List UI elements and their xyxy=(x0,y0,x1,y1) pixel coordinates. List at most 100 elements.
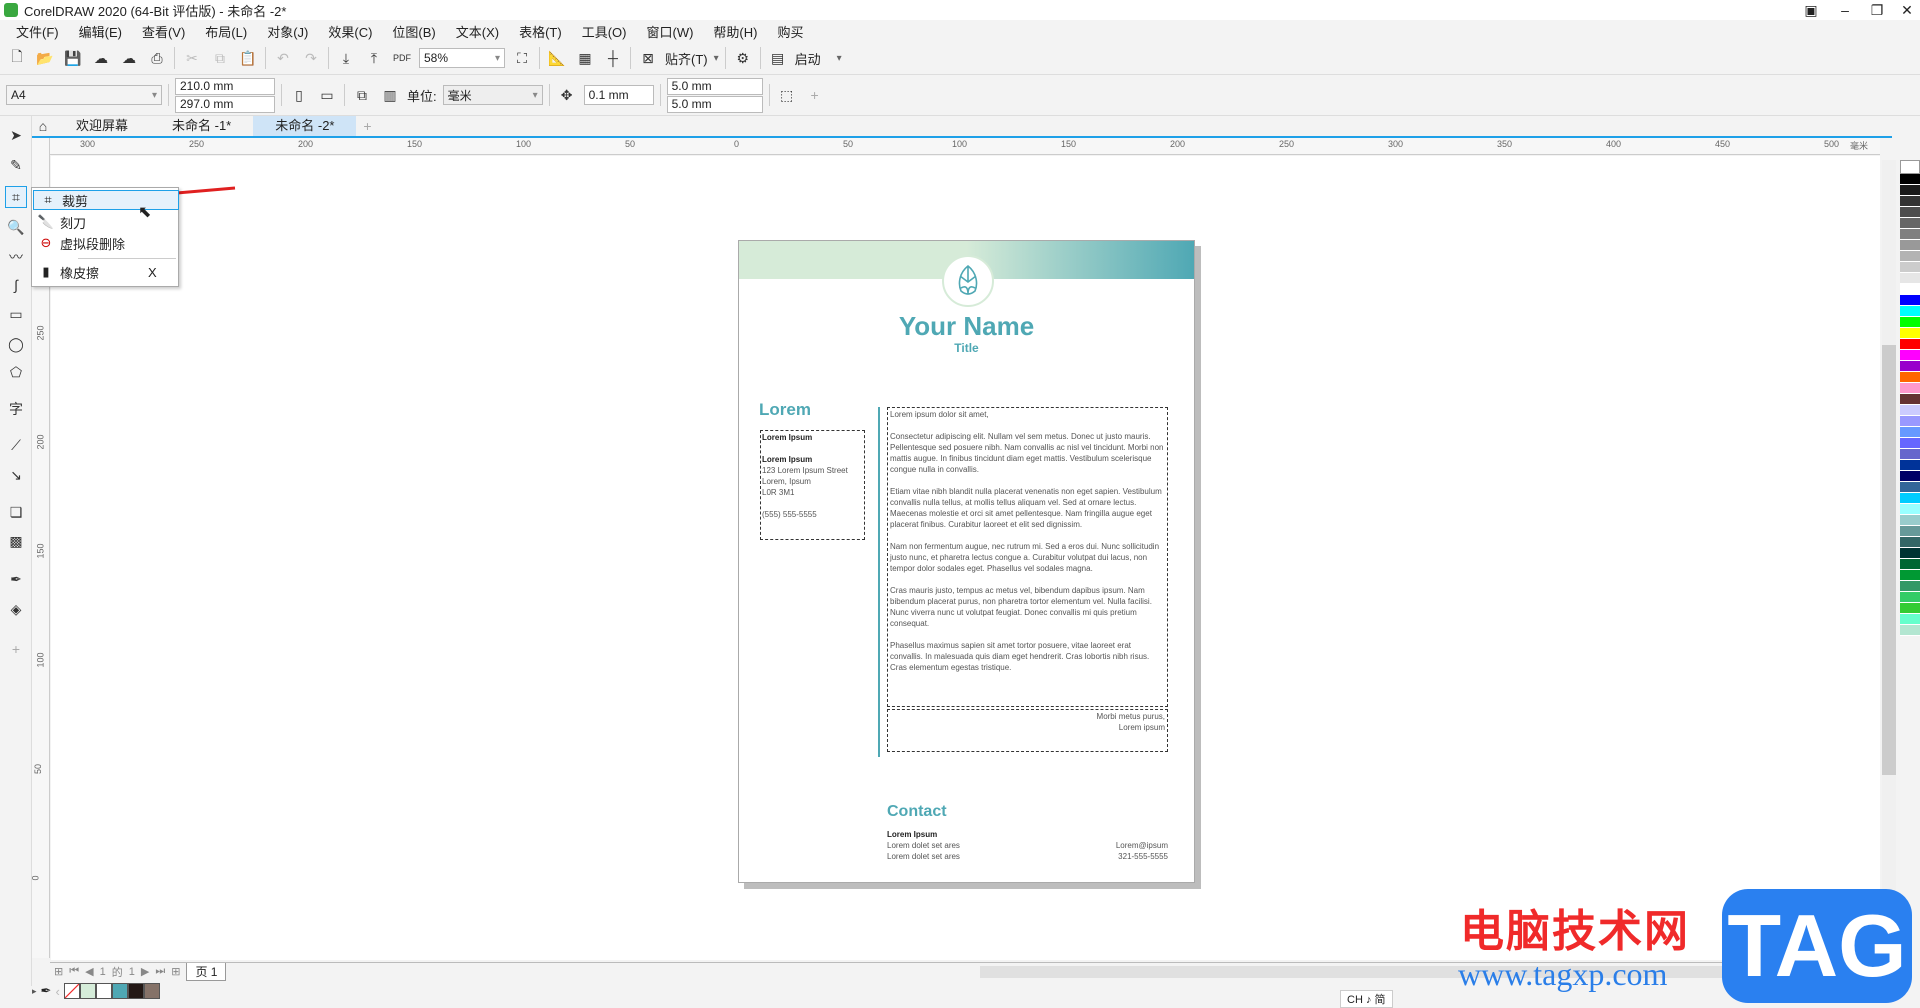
home-icon[interactable]: ⌂ xyxy=(32,115,54,137)
maximize-button[interactable]: ❐ xyxy=(1862,0,1892,20)
menu-item[interactable]: 效果(C) xyxy=(318,22,382,41)
color-swatch[interactable] xyxy=(1900,471,1920,482)
color-swatch[interactable] xyxy=(1900,460,1920,471)
print-icon[interactable]: ⎙ xyxy=(146,47,168,69)
last-page-icon[interactable]: ⏭ xyxy=(155,965,165,978)
crop-tool-icon[interactable]: ⌗ xyxy=(5,186,27,208)
signature-textbox[interactable]: Morbi metus purus, Lorem ipsum xyxy=(887,709,1168,752)
cloud-download-icon[interactable]: ☁ xyxy=(90,47,112,69)
duplicate-x-input[interactable]: 5.0 mm xyxy=(666,77,763,95)
restore-icon[interactable]: ▣ xyxy=(1796,0,1826,20)
page-tab-1[interactable]: 页 1 xyxy=(186,962,227,981)
color-swatch[interactable] xyxy=(1900,482,1920,493)
menu-item[interactable]: 对象(J) xyxy=(257,22,318,41)
color-swatch[interactable] xyxy=(1900,570,1920,581)
export-icon[interactable]: ⤒ xyxy=(363,47,385,69)
open-icon[interactable]: 📂 xyxy=(34,47,56,69)
color-swatch[interactable] xyxy=(1900,504,1920,515)
color-swatch[interactable] xyxy=(1900,185,1920,196)
cut-icon[interactable]: ✂ xyxy=(181,47,203,69)
color-swatch[interactable] xyxy=(1900,603,1920,614)
color-swatch[interactable] xyxy=(1900,240,1920,251)
address-textbox[interactable]: Lorem Ipsum Lorem Ipsum 123 Lorem Ipsum St… xyxy=(760,430,865,540)
color-swatch[interactable] xyxy=(1900,493,1920,504)
tab-untitled-2[interactable]: 未命名 -2* xyxy=(253,116,357,136)
pdf-icon[interactable]: PDF xyxy=(391,47,413,69)
save-icon[interactable]: 💾 xyxy=(62,47,84,69)
parallel-dimension-icon[interactable]: ⟋ xyxy=(5,434,27,456)
new-tab-icon[interactable]: + xyxy=(356,115,378,137)
launch-menu[interactable]: 启动 xyxy=(795,49,821,68)
color-swatch[interactable] xyxy=(1900,559,1920,570)
color-swatch[interactable] xyxy=(1900,526,1920,537)
full-screen-icon[interactable]: ⛶ xyxy=(511,47,533,69)
document-color-swatch[interactable] xyxy=(79,983,96,999)
ellipse-tool-icon[interactable]: ◯ xyxy=(5,333,27,355)
color-swatch[interactable] xyxy=(1900,295,1920,306)
flyout-item-eraser[interactable]: ▮ 橡皮擦 X xyxy=(32,262,178,282)
color-swatch[interactable] xyxy=(1900,438,1920,449)
body-textbox[interactable]: Lorem ipsum dolor sit amet, Consectetur a… xyxy=(887,407,1168,707)
color-swatch[interactable] xyxy=(1900,548,1920,559)
color-swatch[interactable] xyxy=(1900,251,1920,262)
color-swatch[interactable] xyxy=(1900,427,1920,438)
tab-welcome[interactable]: 欢迎屏幕 xyxy=(54,116,150,136)
color-swatch[interactable] xyxy=(1900,284,1920,295)
color-swatch[interactable] xyxy=(1900,361,1920,372)
color-swatch[interactable] xyxy=(1900,383,1920,394)
menu-item[interactable]: 表格(T) xyxy=(509,22,572,41)
paper-size-select[interactable]: A4 xyxy=(6,85,162,105)
snap-off-icon[interactable]: ⊠ xyxy=(637,47,659,69)
color-swatch[interactable] xyxy=(1900,416,1920,427)
next-page-icon[interactable]: ▶ xyxy=(141,965,149,978)
drop-shadow-icon[interactable]: ❏ xyxy=(5,501,27,523)
transparency-icon[interactable]: ▩ xyxy=(5,530,27,552)
menu-item[interactable]: 查看(V) xyxy=(132,22,195,41)
color-swatch[interactable] xyxy=(1900,229,1920,240)
no-color-swatch[interactable] xyxy=(1900,160,1920,174)
menu-item[interactable]: 文件(F) xyxy=(6,22,69,41)
rulers-icon[interactable]: 📐 xyxy=(546,47,568,69)
landscape-icon[interactable]: ▭ xyxy=(316,84,338,106)
menu-item[interactable]: 工具(O) xyxy=(572,22,637,41)
color-swatch[interactable] xyxy=(1900,515,1920,526)
minimize-button[interactable]: – xyxy=(1830,0,1860,20)
current-page-icon[interactable]: ▥ xyxy=(379,84,401,106)
artistic-media-icon[interactable]: ∫ xyxy=(5,274,27,296)
options-gear-icon[interactable]: ⚙ xyxy=(732,47,754,69)
horizontal-ruler[interactable]: 300 250 200 150 100 50 0 50 100 150 200 250 300 350 40… xyxy=(50,138,1880,155)
zoom-tool-icon[interactable]: 🔍 xyxy=(5,216,27,238)
no-color-swatch[interactable] xyxy=(63,983,80,999)
copy-icon[interactable]: ⧉ xyxy=(209,47,231,69)
redo-icon[interactable]: ↷ xyxy=(300,47,322,69)
document-color-swatch[interactable] xyxy=(127,983,144,999)
color-swatch[interactable] xyxy=(1900,449,1920,460)
document-color-swatch[interactable] xyxy=(143,983,160,999)
color-swatch[interactable] xyxy=(1900,592,1920,603)
scroll-left-icon[interactable]: ‹ xyxy=(55,984,59,999)
interactive-fill-icon[interactable]: ◈ xyxy=(5,598,27,620)
color-swatch[interactable] xyxy=(1900,625,1920,636)
color-swatch[interactable] xyxy=(1900,581,1920,592)
nudge-distance-input[interactable]: 0.1 mm xyxy=(583,85,654,105)
color-swatch[interactable] xyxy=(1900,537,1920,548)
color-swatch[interactable] xyxy=(1900,328,1920,339)
rectangle-tool-icon[interactable]: ▭ xyxy=(5,303,27,325)
snap-to-menu[interactable]: 贴齐(T) xyxy=(665,49,708,68)
cloud-upload-icon[interactable]: ☁ xyxy=(118,47,140,69)
add-page-before-icon[interactable]: ⊞ xyxy=(54,965,63,978)
page-width-input[interactable]: 210.0 mm xyxy=(175,77,275,95)
color-swatch[interactable] xyxy=(1900,218,1920,229)
text-tool-icon[interactable]: 字 xyxy=(5,398,27,420)
menu-item[interactable]: 文本(X) xyxy=(446,22,509,41)
color-swatch[interactable] xyxy=(1900,394,1920,405)
portrait-icon[interactable]: ▯ xyxy=(288,84,310,106)
vertical-scrollbar[interactable] xyxy=(1882,160,1896,950)
document-page[interactable]: Your Name Title Lorem Lorem Ipsum Lorem I… xyxy=(738,240,1195,883)
tab-untitled-1[interactable]: 未命名 -1* xyxy=(150,116,253,136)
menu-item[interactable]: 购买 xyxy=(767,22,813,41)
menu-item[interactable]: 编辑(E) xyxy=(69,22,132,41)
prev-page-icon[interactable]: ◀ xyxy=(85,965,93,978)
first-page-icon[interactable]: ⏮ xyxy=(69,965,79,978)
flyout-item-knife[interactable]: 🔪 刻刀 xyxy=(32,212,178,232)
